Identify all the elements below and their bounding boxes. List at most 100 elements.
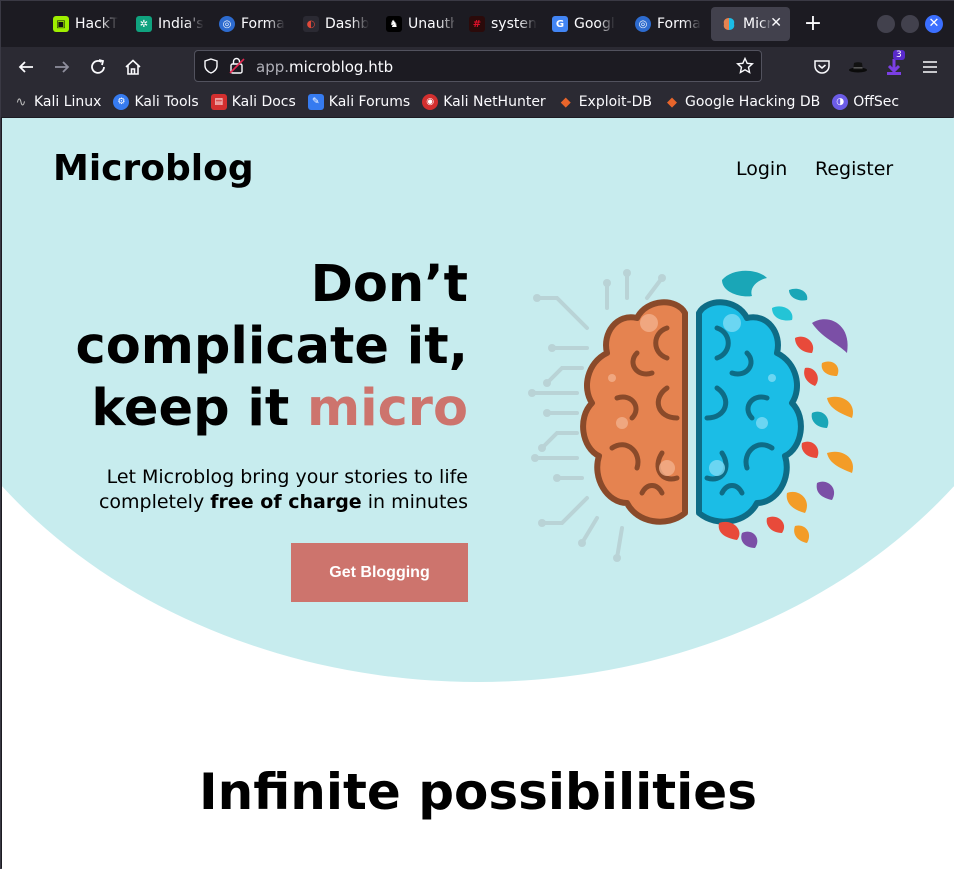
bookmark-label: OffSec — [853, 94, 900, 110]
tab-title: Forma — [241, 16, 285, 32]
headline-line-1: Don’t — [310, 255, 468, 314]
brand-logo[interactable]: Microblog — [53, 148, 254, 189]
hero-headline: Don’t complicate it, keep it micro — [76, 254, 469, 440]
tab-2[interactable]: ✲ India's — [126, 7, 204, 41]
mask-icon: ♞ — [386, 16, 402, 32]
dashboard-icon: ◐ — [303, 16, 319, 32]
insecure-lock-icon — [229, 57, 245, 74]
reload-button[interactable] — [86, 55, 110, 79]
new-tab-button[interactable]: + — [801, 11, 825, 37]
hat-icon — [849, 62, 867, 73]
bookmarks-toolbar: ∿ Kali Linux ⚙ Kali Tools ▤ Kali Docs ✎ … — [1, 87, 954, 117]
bookmark-kali-tools[interactable]: ⚙ Kali Tools — [113, 94, 199, 110]
brain-icon — [721, 16, 737, 32]
hero-tagline: Let Microblog bring your stories to life… — [99, 465, 468, 515]
openai-icon: ✲ — [136, 16, 152, 32]
get-blogging-button[interactable]: Get Blogging — [291, 543, 468, 602]
bookmark-exploit-db[interactable]: ◆ Exploit-DB — [558, 94, 652, 110]
tab-1[interactable]: ▣ HackT — [43, 7, 121, 41]
bookmark-kali-docs[interactable]: ▤ Kali Docs — [210, 94, 296, 110]
headline-line-3: keep it micro — [76, 378, 468, 440]
close-tab-icon[interactable]: ✕ — [770, 15, 782, 31]
home-icon — [125, 59, 141, 75]
bookmark-label: Kali NetHunter — [443, 94, 546, 110]
translate-icon: G — [552, 16, 568, 32]
back-button[interactable] — [14, 55, 38, 79]
tab-title: Googl — [574, 16, 615, 32]
tab-title: Forma — [657, 16, 701, 32]
extension-button[interactable]: 3 — [882, 50, 906, 79]
nethunter-icon: ◉ — [422, 94, 439, 110]
bookmark-kali-linux[interactable]: ∿ Kali Linux — [13, 94, 102, 110]
tagline-line-2: completely free of charge in minutes — [99, 490, 468, 515]
bookmark-offsec[interactable]: ◑ OffSec — [832, 94, 899, 110]
url-subdomain: app. — [256, 58, 290, 76]
bookmark-star-icon — [736, 57, 754, 74]
kali-dragon-icon: ∿ — [15, 94, 27, 110]
ghdb-icon: ◆ — [666, 94, 677, 110]
web-page: Microblog Login Register Don’t complicat… — [2, 118, 954, 869]
hash-icon: # — [469, 16, 485, 32]
close-window-button[interactable]: ✕ — [925, 15, 943, 33]
headline-line-3-prefix: keep it — [91, 379, 307, 438]
home-button[interactable] — [121, 55, 145, 79]
bookmark-kali-forums[interactable]: ✎ Kali Forums — [307, 94, 411, 110]
forward-button[interactable] — [50, 55, 74, 79]
tab-7[interactable]: G Googl — [542, 7, 620, 41]
tab-5[interactable]: ♞ Unauth — [376, 7, 454, 41]
tagline-line-1: Let Microblog bring your stories to life — [106, 466, 468, 488]
extension-download-icon — [887, 59, 901, 75]
tagline-bold: free of charge — [210, 491, 362, 513]
tab-active[interactable]: Micr ✕ — [711, 7, 790, 41]
tab-6[interactable]: # systen — [459, 7, 537, 41]
tagline-suffix: in minutes — [361, 491, 468, 513]
url-bar[interactable]: app.microblog.htb — [194, 50, 762, 82]
section-title: Infinite possibilities — [199, 763, 757, 821]
offsec-icon: ◑ — [832, 94, 849, 110]
tab-title: Micr — [743, 16, 773, 32]
arrow-left-icon — [18, 61, 33, 73]
tab-title: Dashb — [325, 16, 370, 32]
globe-icon: ◎ — [635, 16, 651, 32]
kali-forums-icon: ✎ — [307, 94, 324, 110]
brain-illustration — [528, 269, 853, 562]
bookmark-label: Google Hacking DB — [684, 94, 821, 110]
tab-3[interactable]: ◎ Forma — [209, 7, 287, 41]
cube-icon: ▣ — [53, 16, 69, 32]
extension-badge: 3 — [893, 50, 905, 60]
tagline-prefix: completely — [98, 491, 211, 513]
tab-title: HackT — [75, 16, 119, 32]
exploitdb-icon: ◆ — [560, 94, 571, 110]
tab-8[interactable]: ◎ Forma — [625, 7, 703, 41]
tab-title: India's — [158, 16, 204, 32]
bookmark-label: Kali Tools — [134, 94, 199, 110]
url-text[interactable]: app.microblog.htb — [256, 58, 393, 76]
browser-window: ▣ HackT ✲ India's ◎ Forma ◐ Dashb ♞ Unau… — [0, 0, 954, 869]
pocket-icon — [814, 60, 830, 74]
bookmark-label: Kali Docs — [231, 94, 296, 110]
bookmark-label: Exploit-DB — [578, 94, 652, 110]
minimize-button[interactable] — [877, 15, 895, 33]
maximize-button[interactable] — [901, 15, 919, 33]
kali-docs-icon: ▤ — [210, 94, 227, 110]
reload-icon — [91, 59, 105, 74]
bookmark-google-hacking-db[interactable]: ◆ Google Hacking DB — [664, 94, 820, 110]
url-domain: microblog.htb — [289, 58, 394, 76]
extension-hat-button[interactable] — [846, 55, 870, 79]
kali-tools-icon: ⚙ — [113, 94, 130, 110]
pocket-button[interactable] — [810, 55, 834, 79]
shield-icon — [204, 58, 218, 74]
register-link[interactable]: Register — [815, 158, 893, 180]
tab-strip: ▣ HackT ✲ India's ◎ Forma ◐ Dashb ♞ Unau… — [1, 1, 954, 47]
headline-line-2: complicate it, — [75, 317, 469, 376]
bookmark-kali-nethunter[interactable]: ◉ Kali NetHunter — [422, 94, 546, 110]
login-link[interactable]: Login — [736, 158, 787, 180]
globe-icon: ◎ — [219, 16, 235, 32]
hamburger-menu-icon — [923, 61, 937, 73]
bookmark-label: Kali Forums — [328, 94, 411, 110]
menu-button[interactable] — [918, 55, 942, 79]
arrow-right-icon — [55, 61, 70, 73]
navigation-bar: app.microblog.htb 3 — [1, 47, 954, 87]
tab-4[interactable]: ◐ Dashb — [293, 7, 371, 41]
bookmark-label: Kali Linux — [34, 94, 102, 110]
